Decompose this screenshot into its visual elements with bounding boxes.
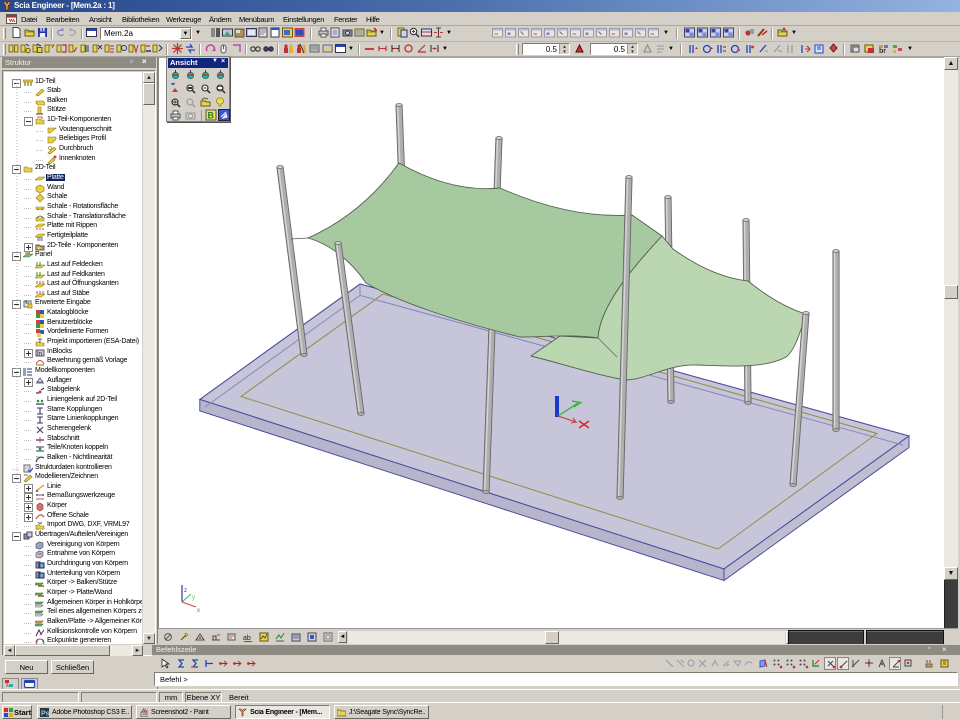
svg-text:z: z (184, 588, 187, 594)
svg-text:Ps: Ps (41, 711, 49, 718)
svg-text:In: In (37, 351, 42, 357)
svg-text:B: B (208, 111, 215, 121)
svg-text:ab: ab (243, 635, 251, 642)
svg-text:br: br (879, 48, 886, 54)
svg-text:x: x (197, 608, 200, 614)
svg-text:y: y (192, 595, 195, 601)
